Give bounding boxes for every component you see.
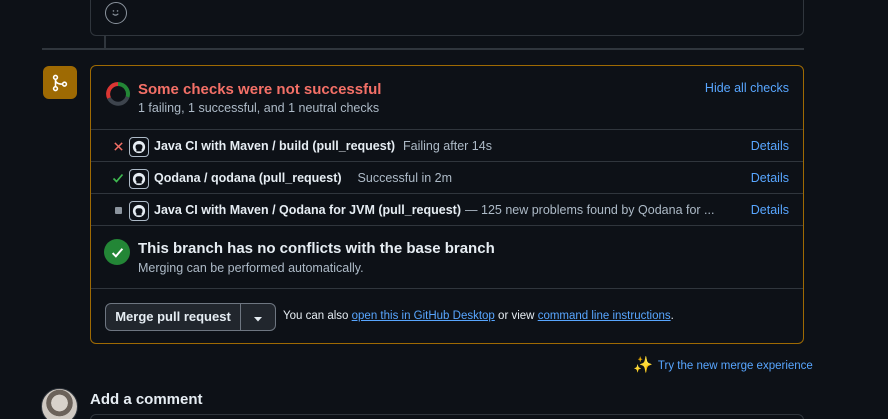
try-new-merge-link[interactable]: ✨ Try the new merge experience bbox=[633, 358, 813, 374]
smiley-icon[interactable] bbox=[105, 2, 127, 24]
github-icon bbox=[129, 201, 149, 221]
try-new-label: Try the new merge experience bbox=[657, 360, 813, 372]
command-line-instructions-link[interactable]: command line instructions bbox=[538, 310, 671, 322]
details-link[interactable]: Details bbox=[751, 171, 789, 185]
sparkles-icon: ✨ bbox=[633, 357, 653, 374]
note-middle: or view bbox=[498, 310, 535, 322]
x-icon bbox=[111, 139, 125, 153]
merge-method-dropdown[interactable] bbox=[241, 303, 276, 331]
merge-alternatives-note: You can also open this in GitHub Desktop… bbox=[283, 310, 674, 322]
merge-status-panel: Some checks were not successful 1 failin… bbox=[90, 65, 804, 344]
conflicts-title: This branch has no conflicts with the ba… bbox=[138, 240, 495, 257]
timeline-divider bbox=[42, 48, 804, 50]
check-icon bbox=[111, 171, 125, 185]
add-comment-heading: Add a comment bbox=[90, 391, 203, 408]
comment-editor[interactable] bbox=[90, 414, 804, 419]
check-description: Failing after 14s bbox=[403, 139, 492, 153]
github-icon bbox=[129, 137, 149, 157]
triangle-down-icon bbox=[254, 309, 262, 325]
checks-subtitle: 1 failing, 1 successful, and 1 neutral c… bbox=[138, 101, 380, 115]
git-merge-icon bbox=[43, 66, 77, 99]
check-description: Successful in 2m bbox=[357, 171, 453, 185]
merge-pull-request-button[interactable]: Merge pull request bbox=[105, 303, 241, 331]
check-row: Java CI with Maven / Qodana for JVM (pul… bbox=[91, 193, 803, 225]
square-icon bbox=[111, 203, 125, 217]
merge-actions: Merge pull request You can also open thi… bbox=[91, 288, 803, 343]
open-in-desktop-link[interactable]: open this in GitHub Desktop bbox=[352, 310, 495, 322]
note-suffix: . bbox=[670, 310, 674, 322]
check-name: Java CI with Maven / build (pull_request… bbox=[154, 139, 396, 153]
checks-status-donut-icon bbox=[106, 82, 130, 106]
check-name: Java CI with Maven / Qodana for JVM (pul… bbox=[154, 203, 462, 217]
note-prefix: You can also bbox=[283, 310, 349, 322]
previous-comment-box bbox=[90, 0, 804, 36]
check-name: Qodana / qodana (pull_request) bbox=[154, 171, 342, 185]
check-row: Java CI with Maven / build (pull_request… bbox=[91, 129, 803, 161]
details-link[interactable]: Details bbox=[751, 139, 789, 153]
checks-summary: Some checks were not successful 1 failin… bbox=[91, 66, 803, 129]
details-link[interactable]: Details bbox=[751, 203, 789, 217]
check-row: Qodana / qodana (pull_request) Successful… bbox=[91, 161, 803, 193]
check-circle-icon bbox=[104, 239, 130, 265]
hide-all-checks-link[interactable]: Hide all checks bbox=[705, 81, 789, 95]
no-conflicts-section: This branch has no conflicts with the ba… bbox=[91, 225, 803, 288]
check-description: — 125 new problems found by Qodana for .… bbox=[465, 203, 715, 217]
avatar[interactable] bbox=[41, 388, 78, 419]
github-icon bbox=[129, 169, 149, 189]
conflicts-subtitle: Merging can be performed automatically. bbox=[138, 261, 364, 275]
checks-title: Some checks were not successful bbox=[138, 81, 382, 98]
